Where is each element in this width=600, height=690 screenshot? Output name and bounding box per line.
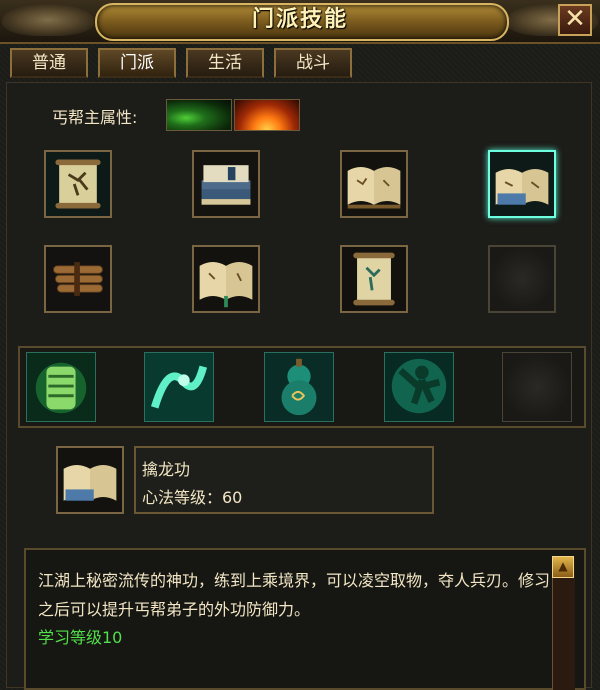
skill-window: 门派技能 ✕ 普通 门派 生活 战斗 丐帮主属性: 擒龙功 心法等级：60 江湖…: [0, 0, 600, 690]
window-title: 门派技能: [251, 7, 348, 32]
empty-slot[interactable]: [502, 352, 572, 422]
left-ornament: [2, 4, 94, 36]
tab-combat[interactable]: 战斗: [274, 48, 352, 78]
tab-general[interactable]: 普通: [10, 48, 88, 78]
skill-name: 擒龙功: [142, 460, 191, 479]
gourd-icon[interactable]: [264, 352, 334, 422]
open-book-icon[interactable]: [192, 245, 260, 313]
scroll-martial-icon[interactable]: [44, 150, 112, 218]
warrior-aura-icon[interactable]: [384, 352, 454, 422]
close-button[interactable]: ✕: [558, 4, 592, 36]
selected-skill-icon: [56, 446, 124, 514]
skill-level: 心法等级：60: [142, 488, 243, 507]
tab-life[interactable]: 生活: [186, 48, 264, 78]
main-attribute-label: 丐帮主属性:: [52, 108, 138, 127]
empty-slot[interactable]: [488, 245, 556, 313]
scroll-up-button[interactable]: ▲: [552, 556, 574, 578]
bamboo-slips-icon[interactable]: [44, 245, 112, 313]
armor-shield-icon[interactable]: [26, 352, 96, 422]
fire-attribute-icon: [234, 99, 300, 131]
dragon-spirit-icon[interactable]: [144, 352, 214, 422]
book-stack-icon[interactable]: [192, 150, 260, 218]
open-book-icon[interactable]: [488, 150, 556, 218]
scroll-martial-icon[interactable]: [340, 245, 408, 313]
learn-level: 学习等级10: [38, 628, 123, 647]
open-book-icon[interactable]: [340, 150, 408, 218]
skill-description: 江湖上秘密流传的神功，练到上乘境界，可以凌空取物，夺人兵刃。修习之后可以提升丐帮…: [38, 571, 551, 619]
tab-sect[interactable]: 门派: [98, 48, 176, 78]
poison-attribute-icon: [166, 99, 232, 131]
